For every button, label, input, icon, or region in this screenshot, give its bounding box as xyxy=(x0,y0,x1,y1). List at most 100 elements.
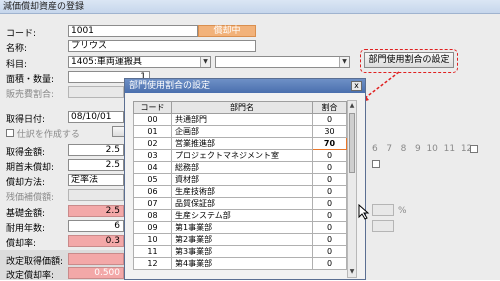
row-department-name: 第3事業部 xyxy=(171,245,313,258)
table-row[interactable]: 07 品質保証部 0 xyxy=(133,197,347,210)
row-code: 02 xyxy=(133,137,172,150)
table-row[interactable]: 12 第4事業部 0 xyxy=(133,257,347,270)
row-code: 11 xyxy=(133,245,172,258)
dialog-scrollbar[interactable]: ▲ ▼ xyxy=(347,100,357,278)
status-badge: 償却中 xyxy=(198,25,256,37)
month-11[interactable]: 11 xyxy=(444,144,455,154)
acq-amount-label: 取得金額: xyxy=(6,148,46,158)
row-code: 12 xyxy=(133,257,172,270)
close-icon[interactable]: x xyxy=(351,81,362,91)
journal-checkbox-row[interactable]: 仕訳を作成する xyxy=(6,127,80,140)
cursor-icon xyxy=(358,204,370,220)
chevron-down-icon[interactable]: ▼ xyxy=(339,57,349,67)
column-header-code[interactable]: コード xyxy=(133,101,172,114)
option-checkbox[interactable] xyxy=(372,160,380,168)
row-code: 05 xyxy=(133,173,172,186)
month-9[interactable]: 9 xyxy=(415,144,421,154)
table-row[interactable]: 10 第2事業部 0 xyxy=(133,233,347,246)
row-department-name: 共通部門 xyxy=(171,113,313,126)
scroll-up-icon[interactable]: ▲ xyxy=(348,101,356,111)
acq-date-field[interactable]: 08/10/01 xyxy=(68,111,124,123)
row-code: 03 xyxy=(133,149,172,162)
row-ratio-cell[interactable]: 0 xyxy=(312,113,347,126)
month-10[interactable]: 10 xyxy=(426,144,437,154)
table-row[interactable]: 04 総務部 0 xyxy=(133,161,347,174)
row-code: 10 xyxy=(133,233,172,246)
percent-field xyxy=(372,204,394,216)
revised-acq-label: 改定取得価額: xyxy=(6,257,64,267)
row-code: 08 xyxy=(133,209,172,222)
month-7[interactable]: 7 xyxy=(386,144,392,154)
base-amount-field: 2.5 xyxy=(68,205,124,217)
row-department-name: 資材部 xyxy=(171,173,313,186)
row-ratio-cell[interactable]: 0 xyxy=(312,185,347,198)
table-row[interactable]: 01 企画部 30 xyxy=(133,125,347,138)
row-ratio-cell[interactable]: 0 xyxy=(312,233,347,246)
name-label: 名称: xyxy=(6,44,28,54)
row-ratio-cell[interactable]: 0 xyxy=(312,257,347,270)
scroll-down-icon[interactable]: ▼ xyxy=(348,267,356,277)
row-code: 07 xyxy=(133,197,172,210)
table-row[interactable]: 08 生産システム部 0 xyxy=(133,209,347,222)
subject-select[interactable]: 1405:車両運搬具 ▼ xyxy=(68,56,211,68)
column-header-ratio[interactable]: 割合 xyxy=(312,101,347,114)
row-ratio-cell[interactable]: 0 xyxy=(312,149,347,162)
residual-field xyxy=(68,189,124,201)
table-row[interactable]: 02 営業推進部 70 xyxy=(133,137,347,150)
subsubject-select[interactable]: ▼ xyxy=(215,56,350,68)
base-amount-label: 基礎金額: xyxy=(6,209,46,219)
row-department-name: 営業推進部 xyxy=(171,137,313,150)
revised-rate-field: 0.500 xyxy=(68,267,124,279)
percent-label: % xyxy=(398,206,407,216)
table-row[interactable]: 06 生産技術部 0 xyxy=(133,185,347,198)
row-ratio-cell[interactable]: 0 xyxy=(312,197,347,210)
row-ratio-cell[interactable]: 0 xyxy=(312,161,347,174)
name-field[interactable]: プリウス xyxy=(68,40,256,52)
journal-label: 仕訳を作成する xyxy=(16,130,80,140)
code-label: コード: xyxy=(6,29,37,39)
percent-field-2 xyxy=(372,220,394,232)
row-ratio-cell[interactable]: 0 xyxy=(312,221,347,234)
code-field[interactable]: 1001 xyxy=(68,25,198,37)
life-label: 耐用年数: xyxy=(6,224,46,234)
method-select[interactable]: 定率法 xyxy=(68,174,124,186)
sales-ratio-field xyxy=(68,86,124,98)
rate-label: 償却率: xyxy=(6,239,37,249)
row-ratio-cell[interactable]: 0 xyxy=(312,173,347,186)
table-row[interactable]: 00 共通部門 0 xyxy=(133,113,347,126)
row-department-name: 第2事業部 xyxy=(171,233,313,246)
sales-ratio-label: 販売費割合: xyxy=(6,90,55,100)
row-ratio-cell[interactable]: 70 xyxy=(312,137,347,150)
row-code: 01 xyxy=(133,125,172,138)
department-table: コード 部門名 割合 00 共通部門 0 01 企画部 30 02 営業推進部 70 03 プロジェ… xyxy=(133,101,347,270)
revised-rate-label: 改定償却率: xyxy=(6,271,55,281)
table-row[interactable]: 11 第3事業部 0 xyxy=(133,245,347,258)
column-header-name[interactable]: 部門名 xyxy=(171,101,313,114)
acq-amount-field[interactable]: 2.5 xyxy=(68,144,124,156)
window-title: 減価償却資産の登録 xyxy=(0,0,500,14)
row-ratio-cell[interactable]: 30 xyxy=(312,125,347,138)
table-row[interactable]: 09 第1事業部 0 xyxy=(133,221,347,234)
row-department-name: 第1事業部 xyxy=(171,221,313,234)
row-ratio-cell[interactable]: 0 xyxy=(312,245,347,258)
department-ratio-button[interactable]: 部門使用割合の設定 xyxy=(364,52,454,68)
row-code: 00 xyxy=(133,113,172,126)
table-row[interactable]: 05 資材部 0 xyxy=(133,173,347,186)
chevron-down-icon[interactable]: ▼ xyxy=(200,57,210,67)
row-ratio-cell[interactable]: 0 xyxy=(312,209,347,222)
subject-label: 科目: xyxy=(6,60,28,70)
month-8[interactable]: 8 xyxy=(401,144,407,154)
journal-checkbox[interactable] xyxy=(6,129,14,137)
row-department-name: 第4事業部 xyxy=(171,257,313,270)
row-code: 06 xyxy=(133,185,172,198)
table-row[interactable]: 03 プロジェクトマネジメント室 0 xyxy=(133,149,347,162)
residual-label: 残価補償額: xyxy=(6,193,55,203)
month-checkbox[interactable] xyxy=(470,145,478,153)
row-department-name: 品質保証部 xyxy=(171,197,313,210)
life-field[interactable]: 6 xyxy=(68,220,124,232)
month-6[interactable]: 6 xyxy=(372,144,378,154)
method-label: 償却方法: xyxy=(6,178,46,188)
month-row: 6 7 8 9 10 11 12 xyxy=(372,144,472,154)
scrollbar-thumb[interactable] xyxy=(349,113,355,173)
opening-book-field[interactable]: 2.5 xyxy=(68,159,124,171)
